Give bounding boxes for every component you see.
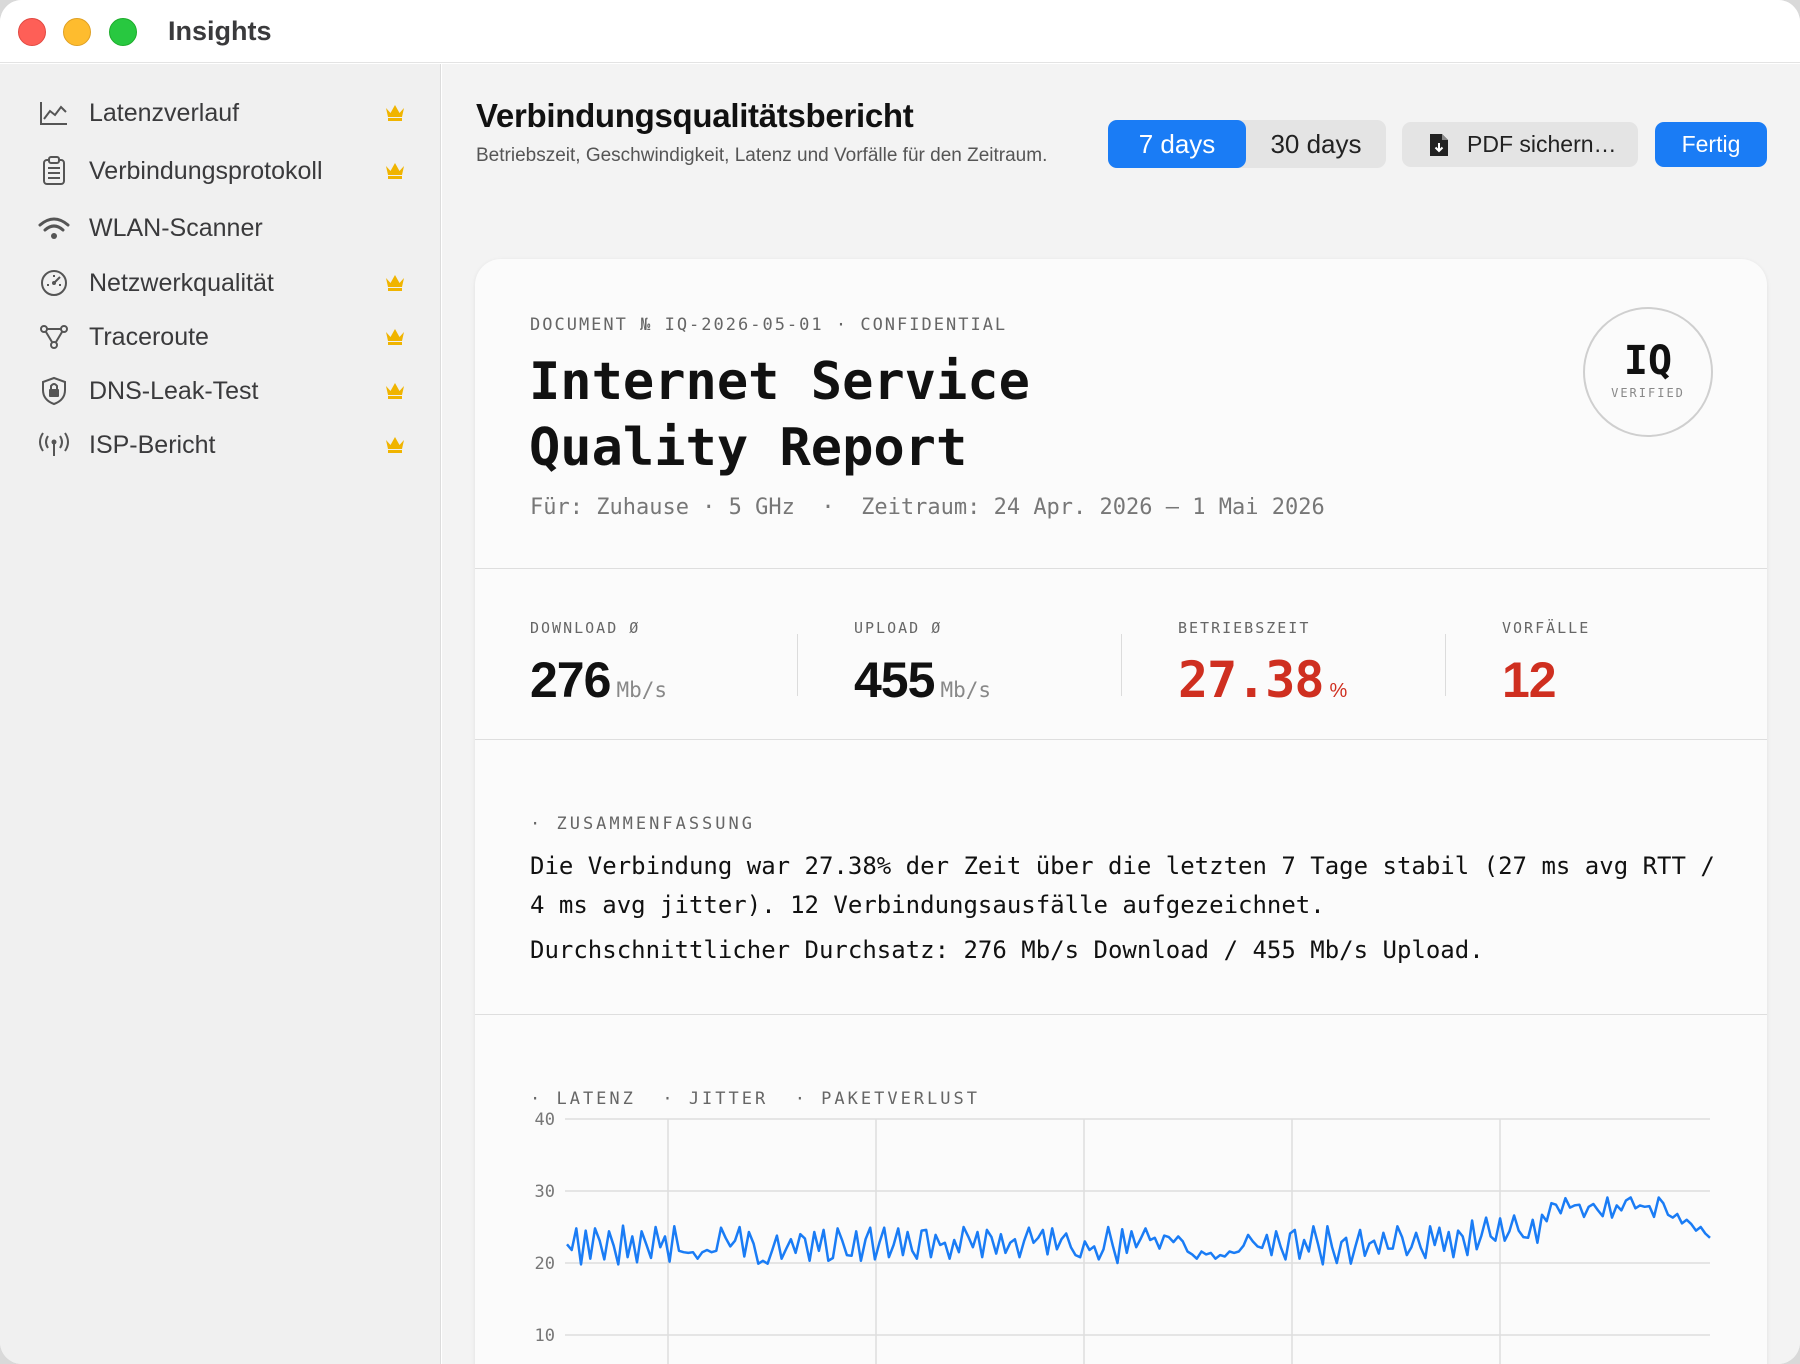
document-number: DOCUMENT № IQ-2026-05-01 · CONFIDENTIAL (530, 315, 1008, 335)
report-meta: Für: Zuhause · 5 GHz · Zeitraum: 24 Apr.… (530, 495, 1325, 520)
metric-label: UPLOAD Ø (854, 619, 943, 637)
sidebar-item-label: Traceroute (89, 322, 209, 351)
crown-icon (386, 437, 404, 453)
y-tick-label: 20 (535, 1254, 555, 1274)
y-tick-label: 10 (535, 1326, 555, 1346)
sidebar-item-connection-log[interactable]: Verbindungsprotokoll (36, 148, 406, 194)
metric-value: 27.38 (1178, 651, 1325, 709)
summary-paragraph: Durchschnittlicher Durchsatz: 276 Mb/s D… (530, 936, 1484, 964)
clipboard-icon (36, 153, 72, 189)
main-content: Verbindungsqualitätsbericht Betriebszeit… (442, 64, 1800, 1364)
minimize-window-button[interactable] (63, 18, 91, 46)
metric-separator (1121, 634, 1122, 696)
divider (475, 568, 1767, 569)
latency-series-line (566, 1196, 1711, 1266)
metric-label: DOWNLOAD Ø (530, 619, 641, 637)
done-button[interactable]: Fertig (1655, 122, 1767, 167)
summary-paragraph: Die Verbindung war 27.38% der Zeit über … (530, 852, 1715, 919)
metric-label: VORFÄLLE (1502, 619, 1591, 637)
metric-separator (1445, 634, 1446, 696)
range-tab-7-days[interactable]: 7 days (1108, 120, 1246, 168)
zoom-window-button[interactable] (109, 18, 137, 46)
sidebar-item-dns-leak-test[interactable]: DNS-Leak-Test (36, 368, 406, 414)
report-card: DOCUMENT № IQ-2026-05-01 · CONFIDENTIAL … (475, 259, 1767, 1364)
metric-upload: UPLOAD Ø 455 Mb/s (854, 619, 991, 709)
metric-incidents: VORFÄLLE 12 (1502, 619, 1590, 709)
sidebar-item-traceroute[interactable]: Traceroute (36, 314, 406, 360)
document-download-icon (1430, 133, 1448, 156)
sidebar-item-label: DNS-Leak-Test (89, 376, 259, 405)
shield-lock-icon (36, 373, 72, 409)
page-subtitle: Betriebszeit, Geschwindigkeit, Latenz un… (476, 145, 1048, 166)
seal-sub: VERIFIED (1611, 386, 1685, 400)
title-bar: Insights (0, 0, 1800, 63)
crown-icon (386, 329, 404, 345)
line-chart-icon (36, 95, 72, 131)
save-pdf-button[interactable]: PDF sichern… (1402, 122, 1638, 167)
range-segmented-control: 7 days 30 days (1108, 120, 1386, 168)
sidebar-item-label: ISP-Bericht (89, 430, 216, 459)
latency-chart: 40 30 20 10 (535, 1110, 1711, 1364)
wifi-icon (36, 210, 72, 246)
crown-icon (386, 163, 404, 179)
divider (475, 1014, 1767, 1015)
crown-icon (386, 105, 404, 121)
sidebar-item-label: Verbindungsprotokoll (89, 156, 323, 185)
report-title: Internet Service Quality Report (529, 352, 1030, 478)
seal-main: IQ (1623, 338, 1673, 384)
crown-icon (386, 275, 404, 291)
sidebar: Latenzverlauf Verbindungsprotokoll WLAN-… (0, 64, 441, 1364)
nodes-icon (36, 319, 72, 355)
crown-icon (386, 383, 404, 399)
sidebar-item-wlan-scanner[interactable]: WLAN-Scanner (36, 205, 406, 251)
metric-unit: % (1329, 680, 1348, 702)
divider (475, 739, 1767, 740)
metric-download: DOWNLOAD Ø 276 Mb/s (530, 619, 667, 709)
page-title: Verbindungsqualitätsbericht (476, 97, 914, 134)
metric-uptime: BETRIEBSZEIT 27.38% (1178, 619, 1347, 709)
range-tab-30-days[interactable]: 30 days (1246, 120, 1386, 168)
app-window: Insights Latenzverlauf Verbindungsprotok… (0, 0, 1800, 1364)
summary-section-label: · ZUSAMMENFASSUNG (530, 814, 755, 834)
metric-unit: Mb/s (940, 678, 992, 702)
verified-seal: IQ VERIFIED (1583, 307, 1713, 437)
metric-value: 12 (1502, 652, 1557, 708)
gauge-icon (36, 265, 72, 301)
y-tick-label: 30 (535, 1182, 555, 1202)
antenna-icon (36, 427, 72, 463)
summary-text: Die Verbindung war 27.38% der Zeit über … (530, 847, 1730, 970)
metric-separator (797, 634, 798, 696)
sidebar-item-isp-report[interactable]: ISP-Bericht (36, 422, 406, 468)
metric-unit: Mb/s (616, 678, 668, 702)
y-tick-label: 40 (535, 1110, 555, 1130)
close-window-button[interactable] (18, 18, 46, 46)
sidebar-item-network-quality[interactable]: Netzwerkqualität (36, 260, 406, 306)
sidebar-item-label: WLAN-Scanner (89, 213, 263, 242)
app-title: Insights (168, 16, 272, 46)
sidebar-item-label: Netzwerkqualität (89, 268, 274, 297)
metric-value: 276 (530, 652, 611, 708)
sidebar-item-latency-history[interactable]: Latenzverlauf (36, 90, 406, 136)
save-pdf-label: PDF sichern… (1467, 131, 1617, 157)
sidebar-item-label: Latenzverlauf (89, 98, 240, 127)
metric-label: BETRIEBSZEIT (1178, 619, 1311, 637)
metric-value: 455 (854, 652, 935, 708)
